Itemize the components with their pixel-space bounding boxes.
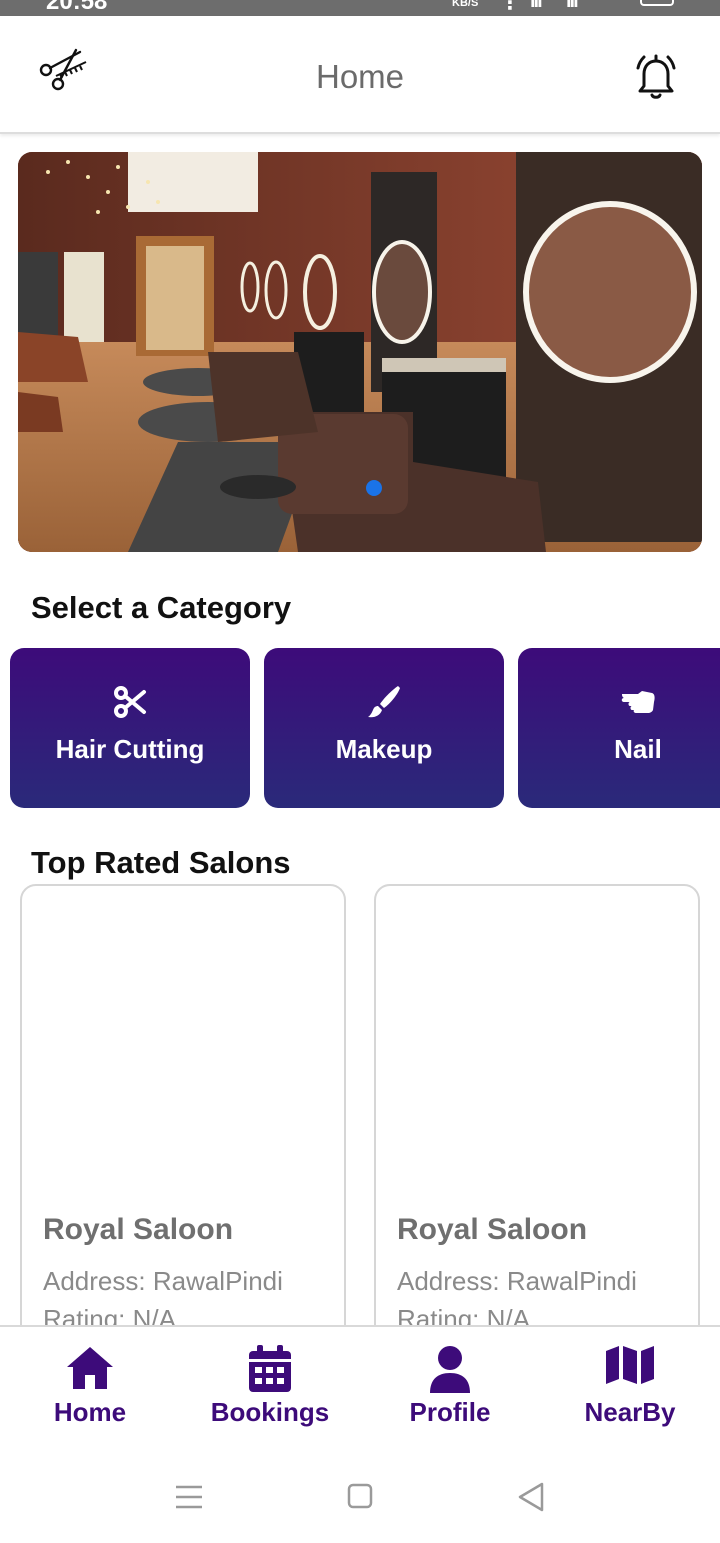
category-hair-cutting[interactable]: Hair Cutting: [10, 648, 250, 808]
nav-label: NearBy: [584, 1397, 676, 1427]
brush-icon: [264, 684, 504, 722]
home-square-icon[interactable]: [340, 1481, 380, 1513]
status-time: 20:58: [46, 0, 108, 15]
salon-address: Address: RawalPindi: [397, 1266, 637, 1296]
app-bar: Home: [0, 16, 720, 134]
category-list: Hair Cutting Makeup Nail: [10, 648, 720, 808]
page-title: Home: [315, 58, 405, 95]
salon-address: Address: RawalPindi: [43, 1266, 283, 1296]
salon-interior-photo: [18, 152, 702, 552]
category-nail[interactable]: Nail: [518, 648, 720, 808]
signal-icon-2: ıll: [566, 0, 579, 12]
user-icon: [360, 1345, 540, 1397]
category-label: Nail: [614, 734, 662, 764]
category-label: Makeup: [335, 734, 433, 764]
calendar-icon: [180, 1345, 360, 1397]
nav-home[interactable]: Home: [0, 1345, 180, 1435]
menu-icon[interactable]: [170, 1481, 210, 1513]
system-navigation-bar: [0, 1453, 720, 1543]
nav-label: Home: [53, 1397, 127, 1427]
battery-icon: [640, 0, 674, 6]
salon-name: Royal Saloon: [43, 1213, 234, 1246]
nav-nearby[interactable]: NearBy: [540, 1345, 720, 1435]
salon-card[interactable]: Royal Saloon Address: RawalPindi Rating:…: [374, 884, 700, 1325]
category-heading: Select a Category: [31, 590, 292, 625]
home-icon: [0, 1345, 180, 1397]
map-icon: [540, 1345, 720, 1397]
category-makeup[interactable]: Makeup: [264, 648, 504, 808]
network-speed: KB/S: [452, 0, 479, 9]
carousel-indicator[interactable]: [366, 480, 382, 496]
scissors-icon: [10, 684, 250, 722]
hand-icon: [518, 684, 720, 722]
salon-rating: Rating: N/A: [43, 1304, 176, 1325]
salon-banner-image[interactable]: [18, 152, 702, 552]
salons-heading: Top Rated Salons: [31, 845, 291, 880]
salon-card[interactable]: Royal Saloon Address: RawalPindi Rating:…: [20, 884, 346, 1325]
salon-rating: Rating: N/A: [397, 1304, 530, 1325]
status-bar: 20:58 KB/S ⋮ ıll ıll: [0, 0, 720, 16]
salon-list: Royal Saloon Address: RawalPindi Rating:…: [20, 884, 720, 1325]
wifi-icon: ⋮: [500, 0, 520, 14]
bell-icon[interactable]: [630, 50, 682, 102]
bottom-navigation: Home Bookings Profile NearBy: [0, 1325, 720, 1453]
salon-name: Royal Saloon: [397, 1213, 588, 1246]
nav-profile[interactable]: Profile: [360, 1345, 540, 1435]
category-label: Hair Cutting: [55, 734, 205, 764]
nav-label: Profile: [409, 1397, 491, 1427]
signal-icon: ıll: [530, 0, 543, 12]
nav-bookings[interactable]: Bookings: [180, 1345, 360, 1435]
back-icon[interactable]: [512, 1481, 552, 1513]
nav-label: Bookings: [210, 1397, 330, 1427]
